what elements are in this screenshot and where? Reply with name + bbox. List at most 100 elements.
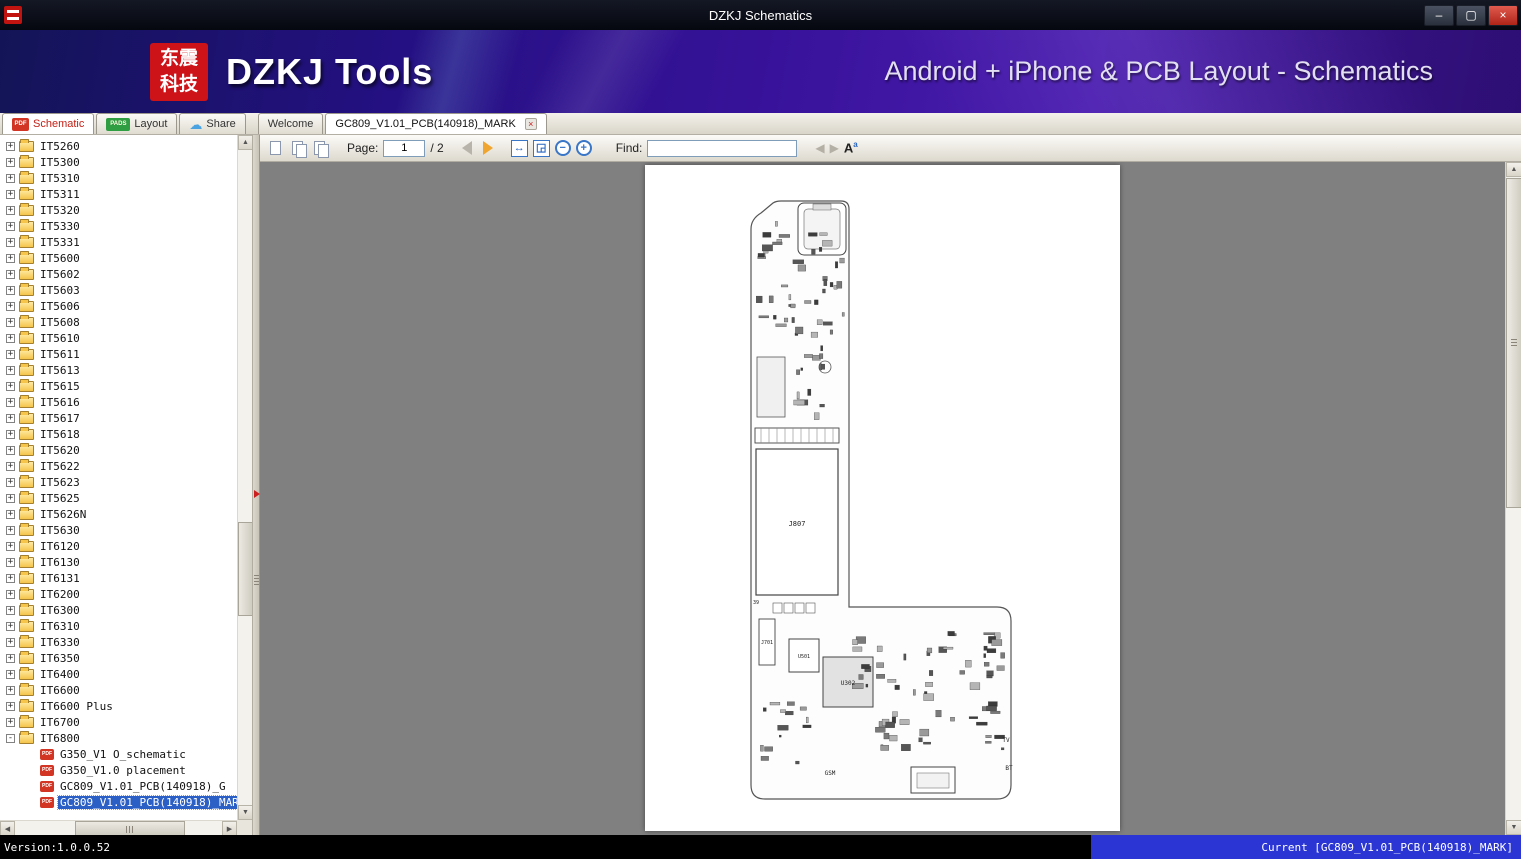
expand-icon[interactable]: + [6, 445, 15, 455]
tab-layout[interactable]: PADS Layout [96, 113, 178, 134]
collapse-icon[interactable]: - [6, 733, 15, 743]
expand-icon[interactable]: + [6, 605, 15, 615]
tree-folder-row[interactable]: + IT6200 [0, 586, 237, 602]
tree-folder-row[interactable]: + IT5618 [0, 426, 237, 442]
expand-icon[interactable]: + [6, 541, 15, 551]
tree-folder-row[interactable]: + IT5615 [0, 378, 237, 394]
sidebar-splitter[interactable] [252, 135, 260, 835]
expand-icon[interactable]: + [6, 333, 15, 343]
expand-icon[interactable]: + [6, 253, 15, 263]
copy-page-icon[interactable] [290, 140, 307, 158]
viewer-scroll-down-icon[interactable]: ▼ [1506, 820, 1521, 835]
tree-folder-row[interactable]: + IT5630 [0, 522, 237, 538]
tree-folder-row[interactable]: + IT5620 [0, 442, 237, 458]
expand-icon[interactable]: + [6, 157, 15, 167]
find-input[interactable] [647, 139, 798, 157]
tree-folder-row[interactable]: + IT6400 [0, 666, 237, 682]
expand-icon[interactable]: + [6, 221, 15, 231]
expand-icon[interactable]: + [6, 365, 15, 375]
expand-icon[interactable]: + [6, 413, 15, 423]
tree-folder-row[interactable]: + IT5611 [0, 346, 237, 362]
tree-document-row[interactable]: PDF G350_V1.0 placement [0, 762, 237, 778]
tree-vertical-scrollbar[interactable]: ▲ ▼ [237, 135, 253, 820]
tree-folder-row[interactable]: + IT5625 [0, 490, 237, 506]
splitter-grip[interactable] [254, 575, 259, 587]
tree-folder-row[interactable]: + IT5608 [0, 314, 237, 330]
expand-icon[interactable]: + [6, 205, 15, 215]
tree-folder-row[interactable]: + IT6130 [0, 554, 237, 570]
expand-icon[interactable]: + [6, 317, 15, 327]
tree-folder-row[interactable]: + IT5610 [0, 330, 237, 346]
tree-folder-row[interactable]: + IT5310 [0, 170, 237, 186]
expand-icon[interactable]: + [6, 285, 15, 295]
tree-folder-row[interactable]: + IT5606 [0, 298, 237, 314]
expand-icon[interactable]: + [6, 477, 15, 487]
tab-share[interactable]: ☁ Share [179, 113, 246, 134]
find-previous-icon[interactable]: ◀ [815, 141, 824, 155]
tree-document-row[interactable]: PDF GC809_V1.01_PCB(140918)_MARK [0, 794, 237, 810]
tree-document-row[interactable]: PDF G350_V1 O_schematic [0, 746, 237, 762]
tree-folder-row[interactable]: + IT5330 [0, 218, 237, 234]
expand-icon[interactable]: + [6, 493, 15, 503]
tree-folder-row[interactable]: + IT5617 [0, 410, 237, 426]
previous-page-icon[interactable] [461, 141, 472, 155]
tree-folder-row[interactable]: + IT6600 Plus [0, 698, 237, 714]
tree-hscroll-track[interactable] [15, 821, 222, 836]
expand-icon[interactable]: + [6, 701, 15, 711]
expand-icon[interactable]: + [6, 621, 15, 631]
font-size-icon[interactable]: Aa [844, 140, 858, 155]
tree-folder-row[interactable]: + IT5600 [0, 250, 237, 266]
expand-icon[interactable]: + [6, 349, 15, 359]
viewer-vertical-scrollbar[interactable]: ▲ ▼ [1505, 162, 1521, 835]
expand-icon[interactable]: + [6, 141, 15, 151]
fit-width-icon[interactable]: ↔ [510, 139, 528, 157]
maximize-button[interactable]: ▢ [1456, 4, 1486, 26]
tree-folder-row[interactable]: + IT6700 [0, 714, 237, 730]
expand-icon[interactable]: + [6, 717, 15, 727]
tab-current-document[interactable]: GC809_V1.01_PCB(140918)_MARK × [325, 113, 547, 134]
scroll-down-icon[interactable]: ▼ [238, 805, 253, 820]
copy-text-icon[interactable] [268, 140, 285, 157]
tree-folder-row[interactable]: + IT5331 [0, 234, 237, 250]
expand-icon[interactable]: + [6, 589, 15, 599]
tree-folder-row[interactable]: + IT5300 [0, 154, 237, 170]
expand-icon[interactable]: + [6, 301, 15, 311]
pdf-viewer[interactable]: J807 39 J701 U501 U302 GSM TV BT ▲ ▼ [260, 162, 1521, 835]
viewer-scrollbar-thumb[interactable] [1506, 178, 1521, 508]
tree-horizontal-scrollbar[interactable]: ◀ ▶ [0, 820, 237, 836]
zoom-in-icon[interactable]: + [575, 140, 592, 156]
tree-folder-row[interactable]: + IT5622 [0, 458, 237, 474]
expand-icon[interactable]: + [6, 669, 15, 679]
scroll-up-icon[interactable]: ▲ [238, 135, 253, 150]
expand-icon[interactable]: + [6, 557, 15, 567]
page-input[interactable] [383, 139, 426, 157]
tree-folder-row[interactable]: + IT6350 [0, 650, 237, 666]
expand-icon[interactable]: + [6, 509, 15, 519]
expand-icon[interactable]: + [6, 173, 15, 183]
expand-icon[interactable]: + [6, 637, 15, 647]
expand-icon[interactable]: + [6, 237, 15, 247]
scroll-right-icon[interactable]: ▶ [222, 821, 237, 836]
expand-icon[interactable]: + [6, 653, 15, 663]
expand-icon[interactable]: + [6, 461, 15, 471]
tree-folder-row[interactable]: + IT5320 [0, 202, 237, 218]
fit-page-icon[interactable]: ◲ [532, 139, 550, 157]
tab-schematic[interactable]: PDF Schematic [2, 113, 95, 134]
expand-icon[interactable]: + [6, 429, 15, 439]
next-page-icon[interactable] [482, 141, 493, 155]
minimize-button[interactable]: – [1424, 4, 1454, 26]
expand-icon[interactable]: + [6, 525, 15, 535]
close-button[interactable]: × [1488, 4, 1518, 26]
expand-icon[interactable]: + [6, 189, 15, 199]
find-next-icon[interactable]: ▶ [830, 141, 839, 155]
tree-folder-row[interactable]: - IT6800 [0, 730, 237, 746]
tree-folder-row[interactable]: + IT6600 [0, 682, 237, 698]
tree-folder-row[interactable]: + IT6131 [0, 570, 237, 586]
tree-folder-row[interactable]: + IT5613 [0, 362, 237, 378]
tree-folder-row[interactable]: + IT5260 [0, 138, 237, 154]
tree-folder-row[interactable]: + IT5626N [0, 506, 237, 522]
expand-icon[interactable]: + [6, 381, 15, 391]
tree-folder-row[interactable]: + IT5616 [0, 394, 237, 410]
expand-icon[interactable]: + [6, 269, 15, 279]
tab-close-icon[interactable]: × [524, 118, 537, 130]
